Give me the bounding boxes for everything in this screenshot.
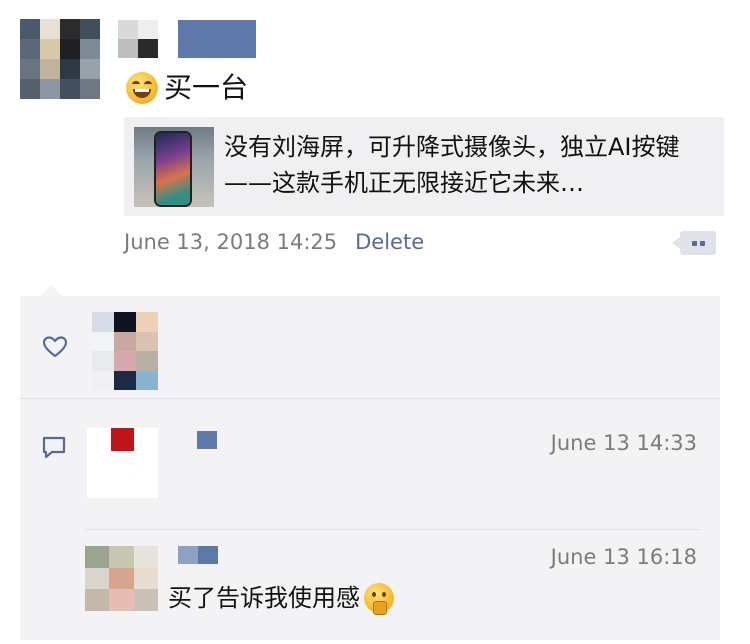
post-text: 买一台 [164,71,249,104]
comment-body: 买了告诉我使用感 [168,584,360,612]
avatar-pixel [138,20,158,39]
avatar-pixel [110,451,135,475]
avatar-pixel [133,567,158,590]
shared-article-card[interactable]: 没有刘海屏，可升降式摄像头，独立AI按键——这款手机正无限接近它未来… [124,117,724,216]
grinning-squinting-face-icon [126,72,158,104]
avatar-pixel [134,428,158,452]
avatar-pixel [20,59,40,79]
avatar-pixel [85,567,110,590]
avatar-pixel [109,589,134,611]
author-name[interactable] [118,20,158,58]
avatar-pixel [114,370,136,390]
avatar-pixel [92,370,114,390]
post-timestamp: June 13, 2018 14:25 [124,230,338,254]
commenter-name[interactable] [197,431,217,449]
avatar-pixel [136,331,158,351]
commenter-avatar[interactable] [85,546,158,611]
post-meta: June 13, 2018 14:25 Delete [124,230,424,254]
avatar-pixel [40,19,60,39]
avatar-pixel [92,312,114,332]
avatar-pixel [134,451,158,475]
avatar-pixel [109,546,134,568]
avatar-pixel [87,451,111,475]
avatar-pixel [80,59,100,79]
likes-divider [20,398,720,399]
avatar-pixel [20,79,40,99]
avatar-pixel [118,39,138,58]
comment-text: 买了告诉我使用感 [168,580,394,616]
more-actions-button[interactable] [672,231,716,255]
avatar-pixel [87,474,111,498]
avatar-pixel [136,370,158,390]
avatar-pixel [20,19,40,39]
avatar-pixel [134,474,158,498]
avatar-pixel [133,546,158,568]
avatar-pixel [85,546,110,568]
avatar-pixel [87,428,111,452]
liker-avatar[interactable] [92,312,158,390]
avatar-pixel [60,39,80,59]
comment-icon [42,436,66,459]
avatar-pixel [80,19,100,39]
avatar-pixel [114,331,136,351]
avatar-pixel [60,59,80,79]
thinking-face-icon [364,583,394,615]
comment-divider [85,529,700,530]
avatar-pixel [80,79,100,99]
delete-button[interactable]: Delete [355,230,424,254]
avatar-pixel [136,312,158,332]
heart-icon [42,336,68,358]
avatar-pixel [60,19,80,39]
commenter-name[interactable] [178,546,218,564]
panel-pointer [40,285,62,296]
avatar-pixel [114,312,136,332]
article-title: 没有刘海屏，可升降式摄像头，独立AI按键——这款手机正无限接近它未来… [224,133,680,197]
avatar-pixel [40,79,60,99]
avatar-pixel [20,39,40,59]
avatar-pixel [85,589,110,611]
avatar-pixel [40,59,60,79]
post-content: 买一台 [126,70,248,106]
avatar-pixel [92,351,114,371]
article-thumbnail [134,127,214,207]
avatar-pixel [40,39,60,59]
avatar-pixel [133,589,158,611]
dot-icon [692,241,697,246]
comment-timestamp: June 13 16:18 [550,545,697,569]
author-avatar[interactable] [20,19,100,99]
comment-timestamp: June 13 14:33 [550,431,697,455]
avatar-pixel [80,39,100,59]
commenter-avatar[interactable] [87,428,158,498]
avatar-pixel [60,79,80,99]
avatar-pixel [109,567,134,590]
avatar-pixel [114,351,136,371]
avatar-pixel [92,331,114,351]
avatar-pixel [138,39,158,58]
avatar-pixel [136,351,158,371]
avatar-pixel [118,20,138,39]
avatar-pixel [110,428,135,452]
avatar-pixel [110,474,135,498]
dot-icon [700,241,705,246]
author-name-extension[interactable] [178,20,256,58]
